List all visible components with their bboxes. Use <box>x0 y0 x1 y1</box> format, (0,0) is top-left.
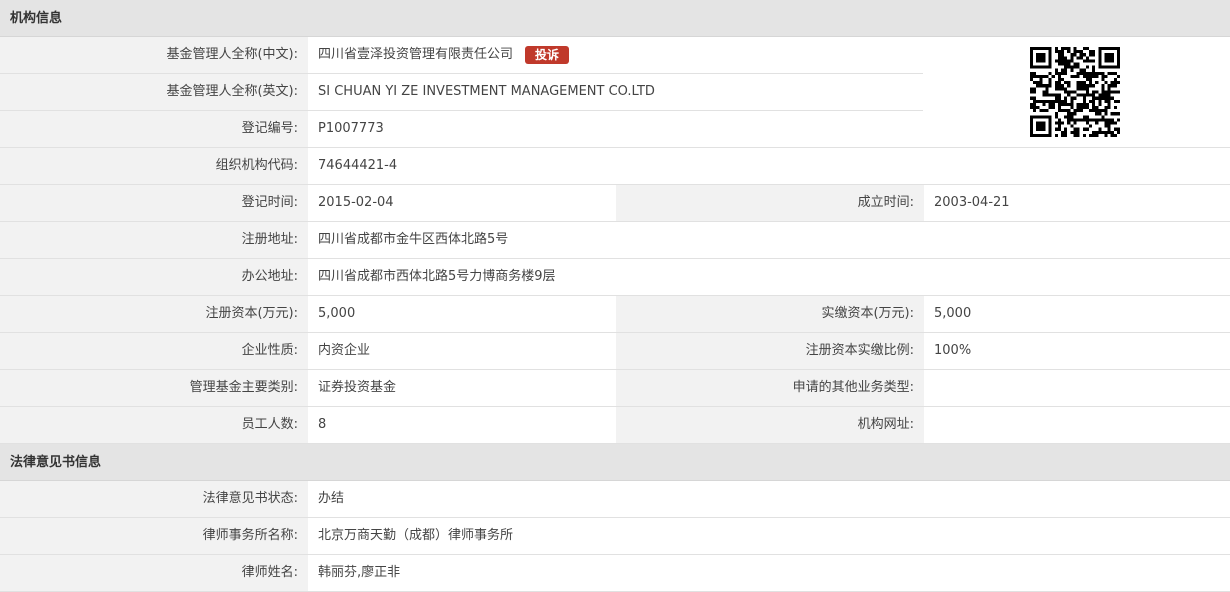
label-registration-no: 登记编号: <box>0 111 308 147</box>
value-registration-date: 2015-02-04 <box>308 185 616 221</box>
value-fund-category: 证券投资基金 <box>308 370 616 406</box>
row-employees: 员工人数: 8 机构网址: <box>0 407 1230 444</box>
row-enterprise-type: 企业性质: 内资企业 注册资本实缴比例: 100% <box>0 333 1230 370</box>
org-info-page: 机构信息 基金管理人全称(中文): 四川省壹泽投资管理有限责任公司 投诉 基金管理… <box>0 0 1230 592</box>
label-org-code: 组织机构代码: <box>0 148 308 184</box>
row-registered-address: 注册地址: 四川省成都市金牛区西体北路5号 <box>0 222 1230 259</box>
label-legal-status: 法律意见书状态: <box>0 481 308 517</box>
value-lawyer-names: 韩丽芬,廖正非 <box>308 555 1230 591</box>
label-law-firm: 律师事务所名称: <box>0 518 308 554</box>
row-fund-category: 管理基金主要类别: 证券投资基金 申请的其他业务类型: <box>0 370 1230 407</box>
row-legal-status: 法律意见书状态: 办结 <box>0 481 1230 518</box>
value-office-address: 四川省成都市西体北路5号力博商务楼9层 <box>308 259 1230 295</box>
label-paid-in-ratio: 注册资本实缴比例: <box>616 333 924 369</box>
value-paid-in-ratio: 100% <box>924 333 1230 369</box>
label-registered-address: 注册地址: <box>0 222 308 258</box>
value-law-firm: 北京万商天勤（成都）律师事务所 <box>308 518 1230 554</box>
value-employees: 8 <box>308 407 616 443</box>
value-fund-manager-en: SI CHUAN YI ZE INVESTMENT MANAGEMENT CO.… <box>308 74 923 110</box>
value-org-code: 74644421-4 <box>308 148 1230 184</box>
value-paid-in-capital: 5,000 <box>924 296 1230 332</box>
qr-code-cell <box>923 37 1230 148</box>
row-office-address: 办公地址: 四川省成都市西体北路5号力博商务楼9层 <box>0 259 1230 296</box>
value-registered-capital: 5,000 <box>308 296 616 332</box>
fund-manager-cn-text: 四川省壹泽投资管理有限责任公司 <box>318 47 514 62</box>
value-established-date: 2003-04-21 <box>924 185 1230 221</box>
section-title-org-info: 机构信息 <box>0 0 1230 37</box>
label-registered-capital: 注册资本(万元): <box>0 296 308 332</box>
label-fund-category: 管理基金主要类别: <box>0 370 308 406</box>
label-employees: 员工人数: <box>0 407 308 443</box>
label-other-business: 申请的其他业务类型: <box>616 370 924 406</box>
value-legal-status: 办结 <box>308 481 1230 517</box>
value-fund-manager-cn: 四川省壹泽投资管理有限责任公司 投诉 <box>308 37 923 73</box>
value-registration-no: P1007773 <box>308 111 923 147</box>
label-fund-manager-cn: 基金管理人全称(中文): <box>0 37 308 73</box>
label-registration-date: 登记时间: <box>0 185 308 221</box>
label-office-address: 办公地址: <box>0 259 308 295</box>
label-enterprise-type: 企业性质: <box>0 333 308 369</box>
row-registered-capital: 注册资本(万元): 5,000 实缴资本(万元): 5,000 <box>0 296 1230 333</box>
value-enterprise-type: 内资企业 <box>308 333 616 369</box>
row-registration-date: 登记时间: 2015-02-04 成立时间: 2003-04-21 <box>0 185 1230 222</box>
value-registered-address: 四川省成都市金牛区西体北路5号 <box>308 222 1230 258</box>
label-paid-in-capital: 实缴资本(万元): <box>616 296 924 332</box>
value-website[interactable] <box>924 407 1230 443</box>
complaint-button[interactable]: 投诉 <box>525 45 570 64</box>
label-fund-manager-en: 基金管理人全称(英文): <box>0 74 308 110</box>
label-established-date: 成立时间: <box>616 185 924 221</box>
qr-code-icon <box>1030 47 1120 137</box>
section-title-legal-opinion: 法律意见书信息 <box>0 444 1230 481</box>
label-website: 机构网址: <box>616 407 924 443</box>
row-lawyer-names: 律师姓名: 韩丽芬,廖正非 <box>0 555 1230 592</box>
row-org-code: 组织机构代码: 74644421-4 <box>0 148 1230 185</box>
row-law-firm: 律师事务所名称: 北京万商天勤（成都）律师事务所 <box>0 518 1230 555</box>
value-other-business <box>924 370 1230 406</box>
label-lawyer-names: 律师姓名: <box>0 555 308 591</box>
